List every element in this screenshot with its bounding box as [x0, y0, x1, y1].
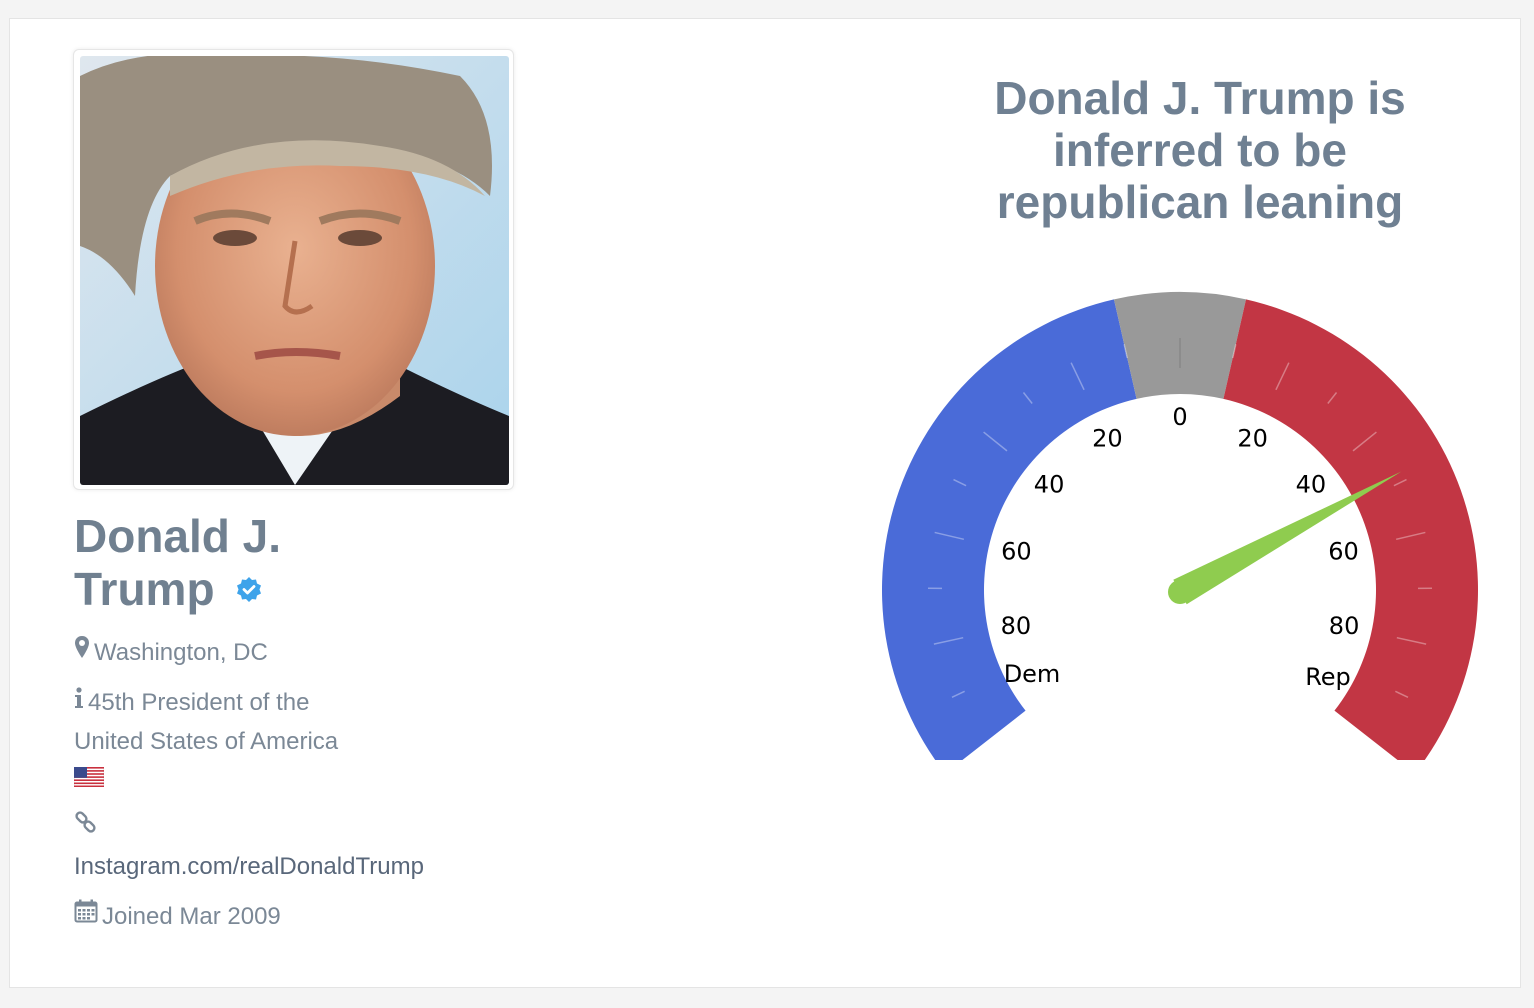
gauge-band-dem [882, 299, 1137, 760]
gauge-tick-label-rep: 40 [1296, 471, 1327, 499]
gauge-center-label: 0 [1172, 403, 1187, 431]
us-flag-icon [73, 761, 105, 799]
gauge-tick-label-rep: 20 [1237, 424, 1268, 452]
gauge-needle-hub [1168, 580, 1192, 604]
leaning-gauge: 0 20 40 60 80 20 40 60 80 Dem Rep [882, 292, 1478, 760]
website-icon-row [74, 810, 102, 849]
gauge-needle-pointer [1173, 471, 1402, 605]
gauge-rep-label: Rep [1305, 663, 1351, 691]
location-row: Washington, DC [74, 634, 268, 673]
link-icon [74, 809, 98, 847]
gauge-tick-label-dem: 40 [1034, 471, 1065, 499]
calendar-icon [74, 897, 98, 935]
joined-text: Joined Mar 2009 [102, 903, 281, 930]
website-link[interactable]: Instagram.com/realDonaldTrump [74, 853, 424, 880]
verified-badge-icon [235, 562, 263, 615]
website-row[interactable]: Instagram.com/realDonaldTrump [74, 848, 424, 886]
gauge-tick-label-dem: 80 [1001, 612, 1032, 640]
gauge-needle [1168, 471, 1402, 605]
gauge-title: Donald J. Trump is inferred to be republ… [994, 72, 1406, 228]
map-marker-icon [74, 633, 90, 671]
info-icon [74, 683, 84, 721]
bio-line-1: 45th President of the [88, 689, 310, 716]
gauge-dem-label: Dem [1004, 660, 1061, 688]
gauge-tick-label-rep: 60 [1328, 538, 1359, 566]
gauge-tick-label-dem: 60 [1001, 538, 1032, 566]
gauge-tick-label-rep: 80 [1329, 612, 1360, 640]
bio-row: 45th President of the United States of A… [73, 683, 394, 799]
profile-name: Donald J. Trump [74, 510, 394, 619]
gauge-tick-label-dem: 20 [1092, 424, 1123, 452]
joined-row: Joined Mar 2009 [74, 898, 281, 937]
bio-line-2: United States of America [74, 727, 339, 755]
profile-photo[interactable] [80, 56, 509, 485]
location-text: Washington, DC [94, 639, 268, 666]
profile-photo-frame [73, 49, 514, 490]
gauge-tick-labels: 20 40 60 80 20 40 60 80 [1001, 424, 1360, 640]
